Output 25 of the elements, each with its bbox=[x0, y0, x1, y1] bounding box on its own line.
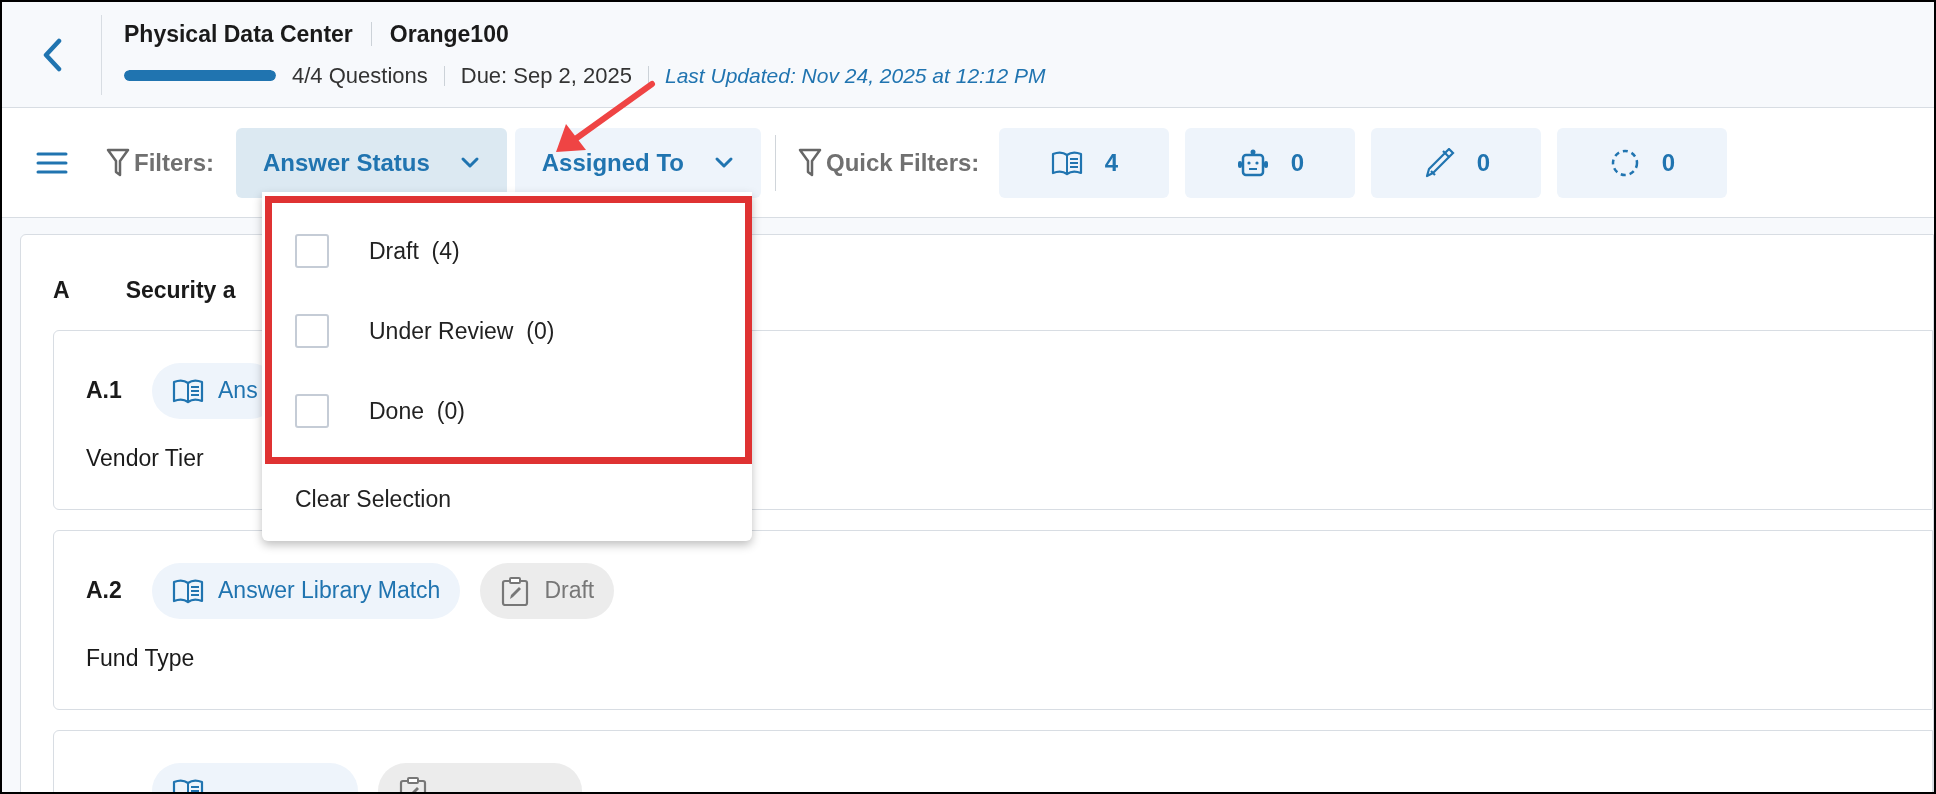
section-letter: A bbox=[53, 276, 70, 305]
question-text: Vendor Tier bbox=[86, 443, 205, 473]
clear-selection[interactable]: Clear Selection bbox=[262, 464, 752, 535]
last-updated: Last Updated: Nov 24, 2025 at 12:12 PM bbox=[665, 63, 1046, 89]
quick-filter-button[interactable]: 4 bbox=[999, 127, 1170, 198]
page-title: Physical Data Center bbox=[124, 19, 353, 49]
option-label: Done (0) bbox=[369, 396, 465, 426]
question-count: 4/4 Questions bbox=[292, 62, 428, 91]
question-number: A.1 bbox=[86, 376, 123, 406]
status-tag: Draft bbox=[480, 562, 615, 619]
page-subtitle: Orange100 bbox=[389, 19, 509, 49]
question-text: Fund Type bbox=[86, 643, 196, 673]
filters-label: Filters: bbox=[134, 147, 214, 178]
option-label: Draft (4) bbox=[369, 236, 460, 266]
due-date: Due: Sep 2, 2025 bbox=[460, 62, 632, 91]
question-number: A.2 bbox=[86, 576, 123, 606]
quick-filter-button[interactable]: 0 bbox=[1371, 127, 1542, 198]
library-match-tag: Answer Library Match bbox=[152, 562, 461, 619]
filter-dropdown[interactable]: Answer Status bbox=[236, 127, 507, 198]
quick-filter-button[interactable]: 0 bbox=[1185, 127, 1356, 198]
section-title: Security a bbox=[125, 276, 236, 305]
option-label: Under Review (0) bbox=[369, 316, 555, 346]
filter-dropdown[interactable]: Assigned To bbox=[514, 127, 761, 198]
quick-filters-label: Quick Filters: bbox=[825, 147, 980, 178]
quick-filter-button[interactable]: 0 bbox=[1557, 127, 1728, 198]
